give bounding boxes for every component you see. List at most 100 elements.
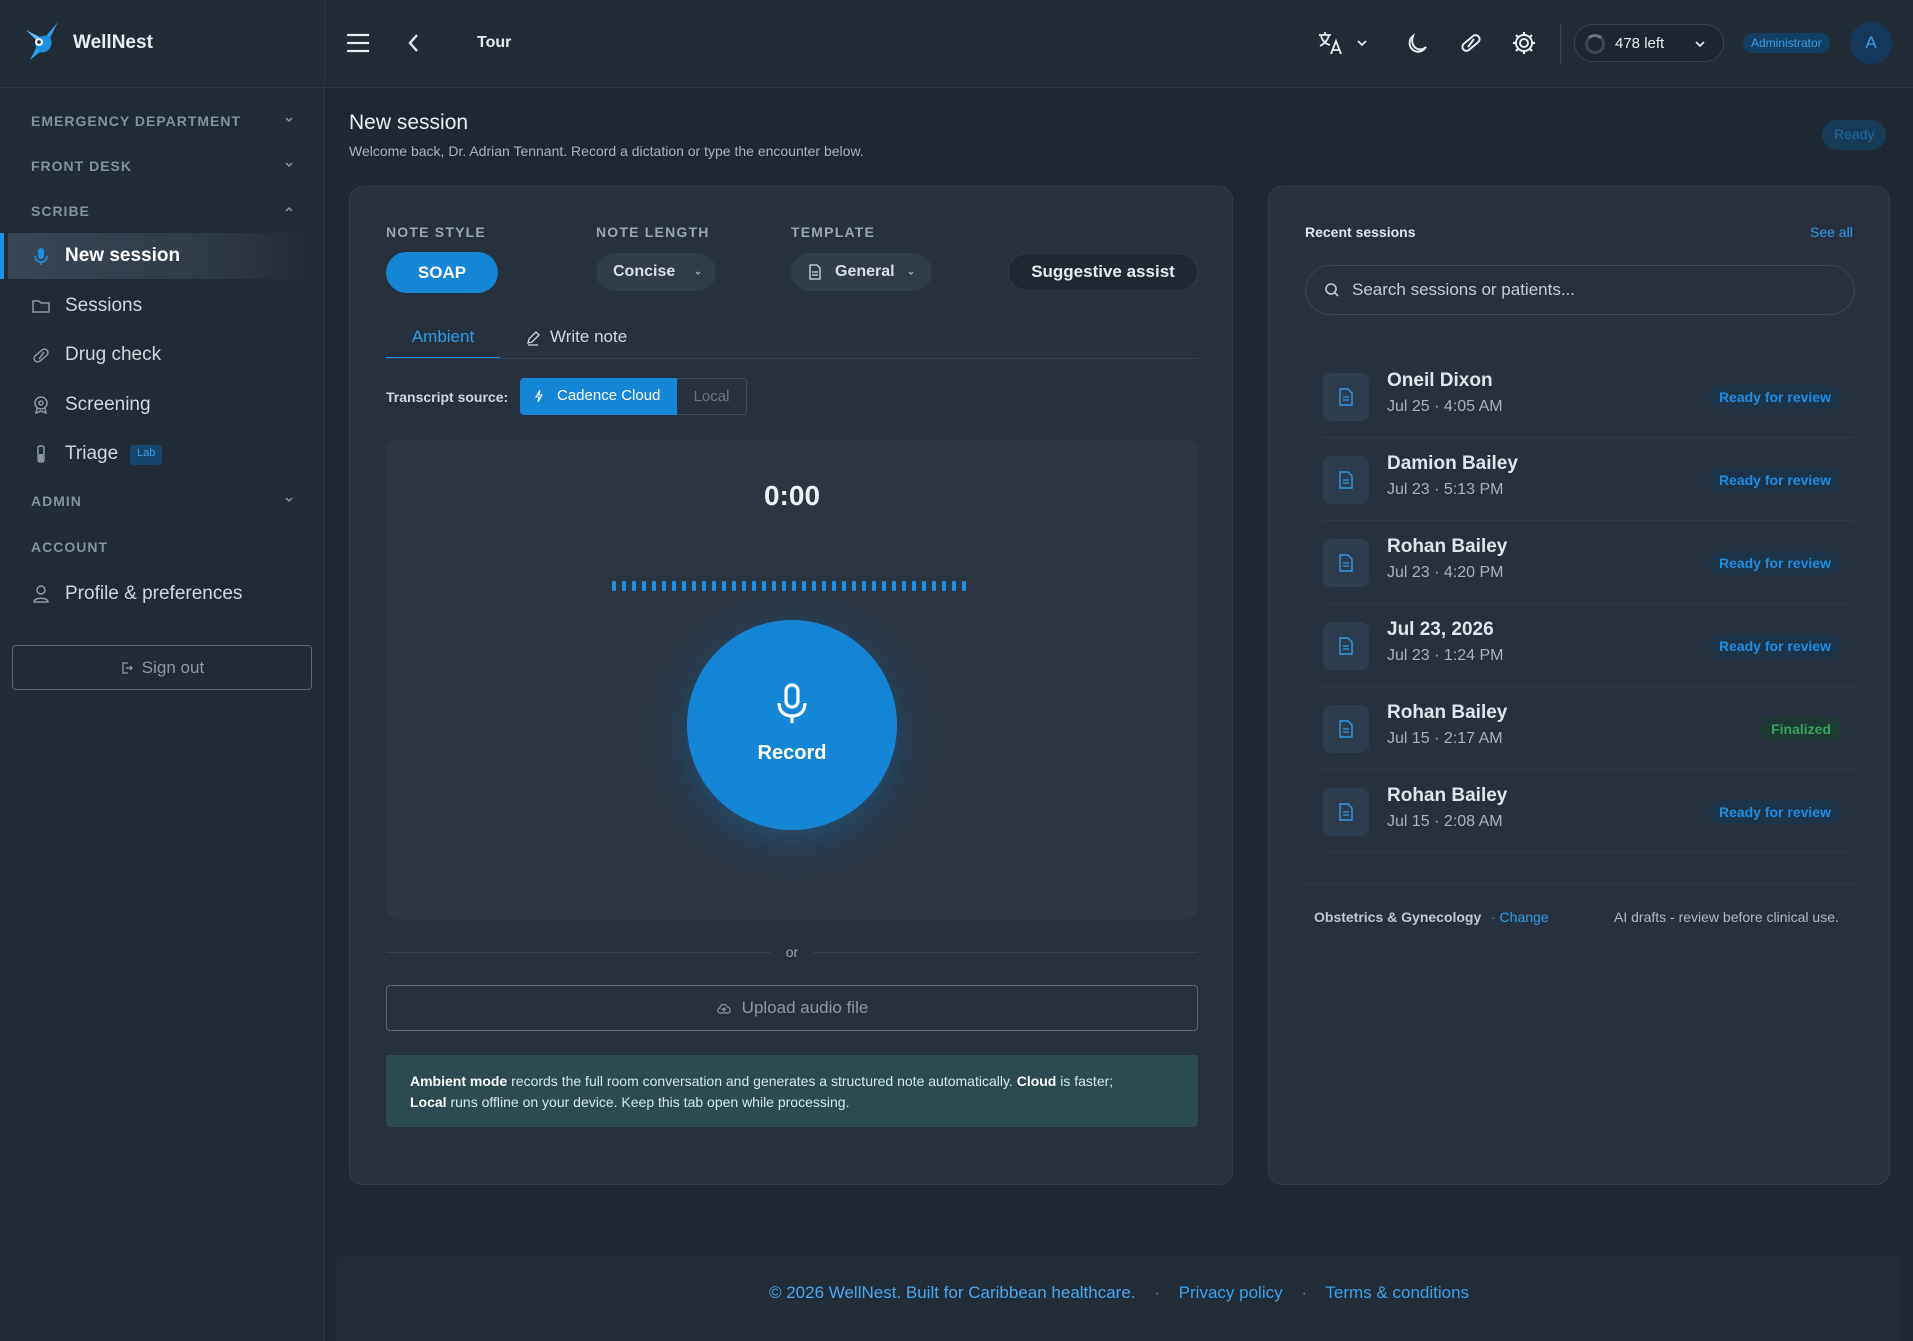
waveform-bar	[642, 581, 646, 591]
section-front-desk[interactable]: FRONT DESK	[31, 158, 296, 178]
suggestive-assist-button[interactable]: Suggestive assist	[1008, 253, 1198, 291]
sidebar-item-new-session[interactable]: New session	[0, 233, 310, 279]
sign-out-button[interactable]: Sign out	[12, 645, 312, 690]
session-row[interactable]: Damion Bailey Jul 23 · 5:13 PM Ready for r…	[1323, 438, 1853, 521]
or-separator: or	[785, 944, 799, 960]
sidebar-item-drug-check[interactable]: Drug check	[8, 332, 310, 378]
credits-dropdown[interactable]: 478 left	[1574, 24, 1724, 62]
waveform-bar	[732, 581, 736, 591]
new-session-card: NOTE STYLE NOTE LENGTH TEMPLATE SOAP Con…	[349, 186, 1233, 1185]
pill-icon	[33, 348, 49, 363]
section-scribe[interactable]: SCRIBE	[31, 203, 296, 223]
waveform-bar	[712, 581, 716, 591]
session-status-badge: Ready for review	[1708, 468, 1841, 492]
waveform-bar	[682, 581, 686, 591]
lab-badge: Lab	[130, 445, 163, 465]
document-icon	[1339, 637, 1353, 655]
template-label: TEMPLATE	[791, 224, 876, 240]
session-status-badge: Ready for review	[1708, 385, 1841, 409]
sidebar-item-sessions[interactable]: Sessions	[8, 283, 310, 329]
template-select[interactable]: General	[791, 253, 932, 291]
tour-link[interactable]: Tour	[477, 34, 511, 52]
section-label: EMERGENCY DEPARTMENT	[31, 113, 242, 129]
divider-line	[386, 952, 771, 953]
section-emergency-department[interactable]: EMERGENCY DEPARTMENT	[31, 113, 296, 133]
privacy-policy-link[interactable]: Privacy policy	[1179, 1283, 1283, 1302]
waveform-bar	[672, 581, 676, 591]
session-date: Jul 15 · 2:17 AM	[1387, 730, 1503, 747]
record-label: Record	[757, 742, 827, 764]
credits-label: 478 left	[1615, 35, 1665, 52]
section-label: SCRIBE	[31, 203, 90, 219]
hamburger-menu-icon[interactable]	[345, 30, 371, 56]
session-row[interactable]: Rohan Bailey Jul 15 · 2:17 AM Finalized	[1323, 687, 1853, 770]
session-name: Jul 23, 2026	[1387, 619, 1494, 640]
chevron-down-icon[interactable]	[1355, 36, 1369, 50]
document-icon	[1339, 388, 1353, 406]
session-name: Rohan Bailey	[1387, 785, 1508, 806]
session-row[interactable]: Rohan Bailey Jul 15 · 2:08 AM Ready for re…	[1323, 770, 1853, 853]
transcript-cloud-button[interactable]: Cadence Cloud	[520, 378, 677, 415]
waveform-bar	[822, 581, 826, 591]
session-row[interactable]: Oneil Dixon Jul 25 · 4:05 AM Ready for rev…	[1323, 355, 1853, 438]
session-name: Oneil Dixon	[1387, 370, 1493, 391]
record-button[interactable]: Record	[687, 620, 897, 830]
waveform-bar	[852, 581, 856, 591]
search-field[interactable]	[1305, 265, 1855, 315]
waveform-bar	[722, 581, 726, 591]
session-row[interactable]: Rohan Bailey Jul 23 · 4:20 PM Ready for re…	[1323, 521, 1853, 604]
see-all-link[interactable]: See all	[1810, 224, 1853, 240]
note-style-soap-button[interactable]: SOAP	[386, 252, 498, 293]
terms-link[interactable]: Terms & conditions	[1325, 1283, 1469, 1302]
page-title: New session	[349, 111, 469, 134]
footer: © 2026 WellNest. Built for Caribbean hea…	[337, 1257, 1901, 1341]
document-icon-tile	[1323, 622, 1369, 670]
waveform-bar	[762, 581, 766, 591]
session-name: Damion Bailey	[1387, 453, 1518, 474]
waveform-bar	[912, 581, 916, 591]
change-specialty-link[interactable]: · Change	[1491, 909, 1549, 925]
info-text: is faster;	[1056, 1073, 1114, 1089]
role-badge: Administrator	[1743, 33, 1830, 53]
brand[interactable]: WellNest	[0, 0, 324, 88]
microphone-icon	[34, 248, 48, 265]
gear-icon[interactable]	[1511, 30, 1537, 56]
info-text: records the full room conversation and g…	[507, 1073, 1017, 1089]
pill-icon[interactable]	[1458, 30, 1484, 56]
divider-line	[1305, 883, 1855, 884]
avatar[interactable]: A	[1850, 22, 1892, 64]
sidebar-item-label: Profile & preferences	[65, 583, 243, 604]
session-status-badge: Finalized	[1761, 717, 1841, 741]
waveform-bar	[612, 581, 616, 591]
ambient-info-box: Ambient mode records the full room conve…	[386, 1055, 1198, 1127]
sidebar-item-profile[interactable]: Profile & preferences	[8, 571, 310, 617]
section-admin[interactable]: ADMIN	[31, 493, 296, 513]
info-ambient-bold: Ambient mode	[410, 1073, 508, 1089]
waveform-bar	[772, 581, 776, 591]
waveform-bar	[752, 581, 756, 591]
lightning-icon	[534, 389, 544, 407]
ai-disclaimer: AI drafts - review before clinical use.	[1614, 909, 1839, 925]
waveform-bar	[932, 581, 936, 591]
microphone-icon	[777, 683, 807, 723]
waveform-meter	[612, 581, 966, 591]
waveform-bar	[782, 581, 786, 591]
search-input[interactable]	[1352, 274, 1832, 306]
upload-audio-button[interactable]: Upload audio file	[386, 985, 1198, 1031]
sidebar-item-label: Sessions	[65, 295, 143, 316]
session-status-badge: Ready for review	[1708, 551, 1841, 575]
translate-icon[interactable]	[1317, 30, 1345, 56]
transcript-local-button[interactable]: Local	[677, 378, 747, 415]
moon-icon[interactable]	[1405, 30, 1431, 56]
sidebar-item-screening[interactable]: Screening	[8, 382, 310, 428]
search-icon	[1325, 283, 1339, 297]
session-name: Rohan Bailey	[1387, 702, 1508, 723]
back-chevron-icon[interactable]	[401, 30, 427, 56]
template-value: General	[835, 263, 895, 280]
waveform-bar	[802, 581, 806, 591]
document-icon	[1339, 471, 1353, 489]
note-length-select[interactable]: Concise	[596, 253, 716, 291]
waveform-bar	[692, 581, 696, 591]
tab-ambient[interactable]: Ambient	[386, 327, 500, 359]
session-row[interactable]: Jul 23, 2026 Jul 23 · 1:24 PM Ready for re…	[1323, 604, 1853, 687]
